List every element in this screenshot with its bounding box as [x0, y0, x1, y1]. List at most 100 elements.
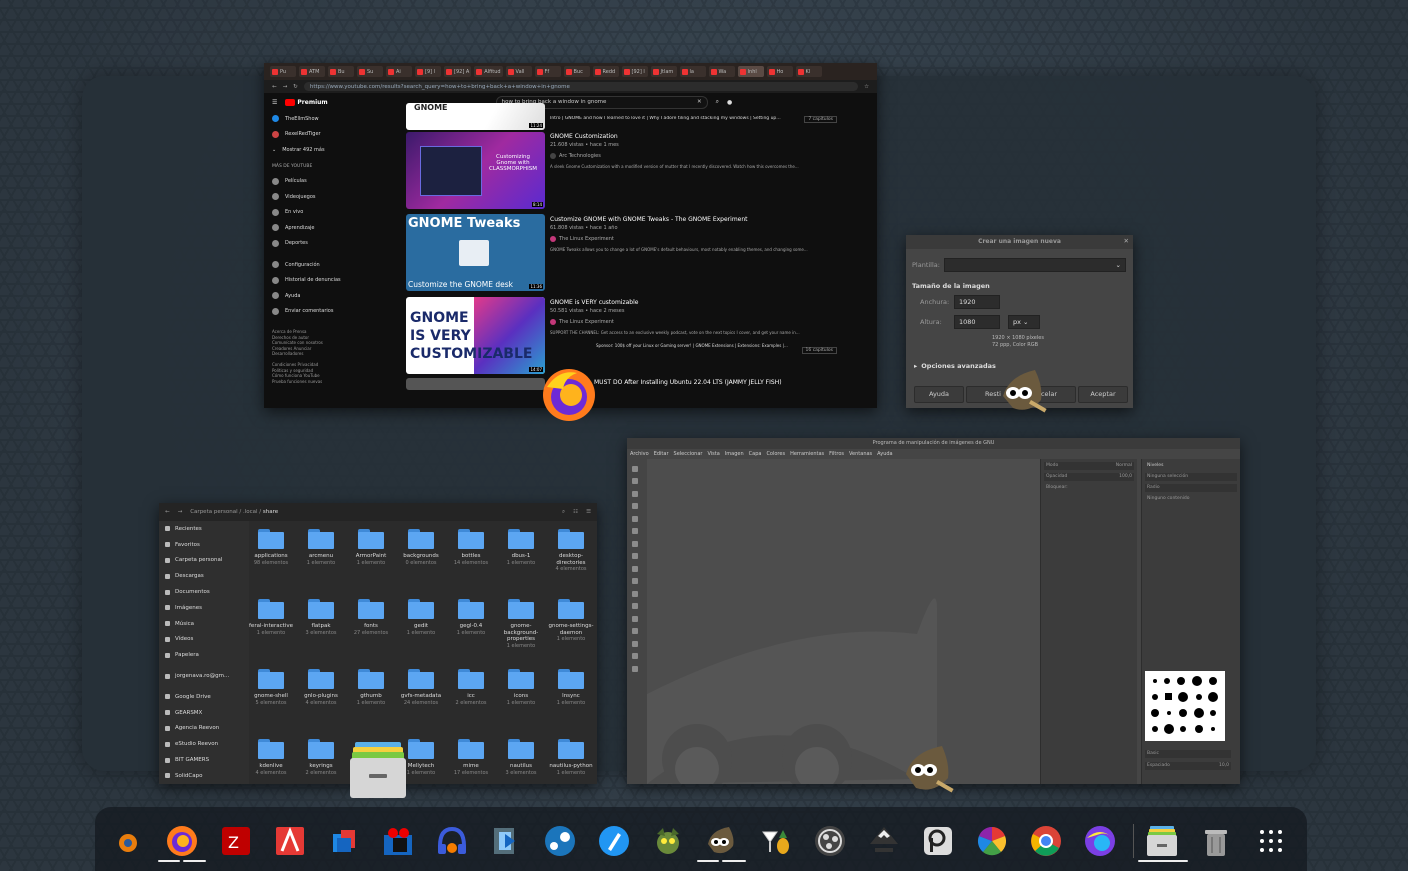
forward-icon[interactable]: →: [178, 509, 183, 515]
sidebar-item[interactable]: Enviar comentarios: [272, 304, 354, 320]
video-thumbnail[interactable]: GNOME IS VERY CUSTOMIZABLE 14:07: [406, 297, 545, 374]
back-icon[interactable]: ←: [272, 84, 277, 90]
folder-item[interactable]: gthumb 1 elemento: [346, 667, 396, 737]
sidebar-item[interactable]: Música: [165, 616, 249, 632]
folder-item[interactable]: bottles 14 elementos: [446, 527, 496, 597]
menu-item[interactable]: Capa: [749, 451, 762, 457]
video-result[interactable]: Customizing Gnome with CLASSMORPHISM 8:1…: [406, 129, 837, 212]
sidebar-item[interactable]: Agencia Reevon: [165, 721, 249, 737]
gnome-icon[interactable]: [651, 824, 685, 858]
unit-select[interactable]: px ⌄: [1008, 315, 1040, 329]
folder-item[interactable]: dbus-1 1 elemento: [496, 527, 546, 597]
sidebar-item[interactable]: GEARSMX: [165, 705, 249, 721]
folder-item[interactable]: gedit 1 elemento: [396, 597, 446, 667]
folder-item[interactable]: nautilus 3 elementos: [496, 737, 546, 784]
video-result[interactable]: GNOME Tweaks Customize the GNOME desk 11…: [406, 212, 837, 295]
sidebar-item[interactable]: Carpeta personal: [165, 553, 249, 569]
app-grid-icon[interactable]: [1254, 824, 1288, 858]
sidebar-item[interactable]: eStudio Reevon: [165, 736, 249, 752]
canvas-area[interactable]: [647, 459, 1040, 784]
bookmark-icon[interactable]: ☆: [864, 84, 869, 90]
sidebar-item[interactable]: Imágenes: [165, 600, 249, 616]
folder-item[interactable]: gnome-shell 5 elementos: [246, 667, 296, 737]
sidebar-item[interactable]: SolidCapo: [165, 768, 249, 784]
sidebar-item[interactable]: Historial de denuncias: [272, 273, 354, 289]
gimp-icon[interactable]: [705, 824, 739, 858]
layers-dock[interactable]: Niveles Ninguna selección Radio Ninguno …: [1141, 459, 1240, 784]
menu-item[interactable]: Filtros: [829, 451, 844, 457]
folder-item[interactable]: nautilus-python 1 elemento: [546, 737, 596, 784]
breadcrumb[interactable]: Carpeta personal / .local / share: [190, 509, 278, 515]
menu-item[interactable]: Editar: [654, 451, 669, 457]
template-select[interactable]: ⌄: [943, 258, 1126, 272]
filezilla-icon[interactable]: Z: [219, 824, 253, 858]
folder-item[interactable]: icc 2 elementos: [446, 667, 496, 737]
browser-tab[interactable]: la: [679, 66, 706, 77]
sidebar-item[interactable]: RexelRedTiger: [272, 127, 354, 143]
folder-item[interactable]: feral-interactive 1 elemento: [246, 597, 296, 667]
browser-tab[interactable]: Ho: [766, 66, 793, 77]
sidebar-item[interactable]: En vivo: [272, 205, 354, 221]
sidebar-item[interactable]: Google Drive: [165, 689, 249, 705]
browser-tab[interactable]: Su: [357, 66, 383, 77]
menu-item[interactable]: Imagen: [725, 451, 744, 457]
opacity-row[interactable]: Opacidad 100,0: [1044, 473, 1134, 481]
browser-tab[interactable]: [9] l: [415, 66, 441, 77]
steam-icon[interactable]: [543, 824, 577, 858]
folder-item[interactable]: gnlo-plugins 4 elementos: [296, 667, 346, 737]
tool-options-dock[interactable]: Modo Normal Opacidad 100,0 Bloquear:: [1040, 459, 1137, 784]
menu-item[interactable]: Herramientas: [790, 451, 824, 457]
advanced-options-toggle[interactable]: ▸ Opciones avanzadas: [914, 362, 996, 370]
sidebar-item[interactable]: Documentos: [165, 584, 249, 600]
browser-tab[interactable]: Jtlam: [650, 66, 677, 77]
sidebar-item[interactable]: Favoritos: [165, 537, 249, 553]
folder-item[interactable]: lnsync 1 elemento: [546, 667, 596, 737]
sidebar-item[interactable]: Videojuegos: [272, 189, 354, 205]
folder-item[interactable]: gnome-background-properties 1 elemento: [496, 597, 546, 667]
browser-tab[interactable]: Bu: [328, 66, 354, 77]
ok-button[interactable]: Aceptar: [1078, 386, 1128, 403]
menu-icon[interactable]: ☰: [586, 509, 591, 515]
chapters-button[interactable]: 7 capítulos: [804, 116, 837, 123]
sidebar-item[interactable]: TheEllmShow: [272, 111, 354, 127]
toolbox[interactable]: [627, 459, 643, 784]
browser-tab[interactable]: Redd: [592, 66, 619, 77]
browser-tab[interactable]: Inhl: [737, 66, 764, 77]
blender-icon[interactable]: [111, 824, 145, 858]
files-icon[interactable]: [1145, 824, 1179, 858]
folder-item[interactable]: arcmenu 1 elemento: [296, 527, 346, 597]
sidebar-item[interactable]: Papelera: [165, 647, 249, 663]
video-thumbnail[interactable]: [406, 378, 545, 390]
height-input[interactable]: 1080: [954, 315, 1000, 329]
trash-icon[interactable]: [1199, 824, 1233, 858]
width-input[interactable]: 1920: [954, 295, 1000, 309]
sidebar-item[interactable]: Deportes: [272, 236, 354, 252]
address-field[interactable]: https://www.youtube.com/results?search_q…: [303, 82, 859, 91]
folder-item[interactable]: backgrounds 0 elementos: [396, 527, 446, 597]
sidebar-item[interactable]: Ayuda: [272, 288, 354, 304]
sidebar-item[interactable]: Recientes: [165, 521, 249, 537]
folder-item[interactable]: desktop-directories 4 elementos: [546, 527, 596, 597]
cocktail-icon[interactable]: [759, 824, 793, 858]
browser-tab[interactable]: Pu: [270, 66, 296, 77]
browser-tab[interactable]: Alfitud: [474, 66, 503, 77]
folder-item[interactable]: flatpak 3 elementos: [296, 597, 346, 667]
pen-icon[interactable]: [597, 824, 631, 858]
search-icon[interactable]: ⌕: [562, 509, 565, 516]
menu-item[interactable]: Colores: [766, 451, 785, 457]
folder-item[interactable]: gnome-settings-daemon 1 elemento: [546, 597, 596, 667]
browser-tab[interactable]: [92] l: [621, 66, 648, 77]
youtube-logo[interactable]: Premium: [285, 98, 328, 106]
spacing-row[interactable]: Espaciado 10,0: [1145, 762, 1231, 770]
brush-preset[interactable]: Basic: [1145, 750, 1231, 758]
video-thumbnail[interactable]: Customizing Gnome with CLASSMORPHISM 8:1…: [406, 132, 545, 209]
view-icon[interactable]: ☷: [573, 509, 578, 515]
browser-tab[interactable]: Buc: [563, 66, 590, 77]
browser-tab[interactable]: Vall: [505, 66, 532, 77]
brush-grid[interactable]: [1145, 671, 1225, 741]
browser-tab[interactable]: Ai: [386, 66, 412, 77]
obs-icon[interactable]: [813, 824, 847, 858]
back-icon[interactable]: ←: [165, 509, 170, 515]
gimp-window[interactable]: Programa de manipulación de imágenes de …: [627, 438, 1240, 784]
firefox-icon[interactable]: [165, 824, 199, 858]
